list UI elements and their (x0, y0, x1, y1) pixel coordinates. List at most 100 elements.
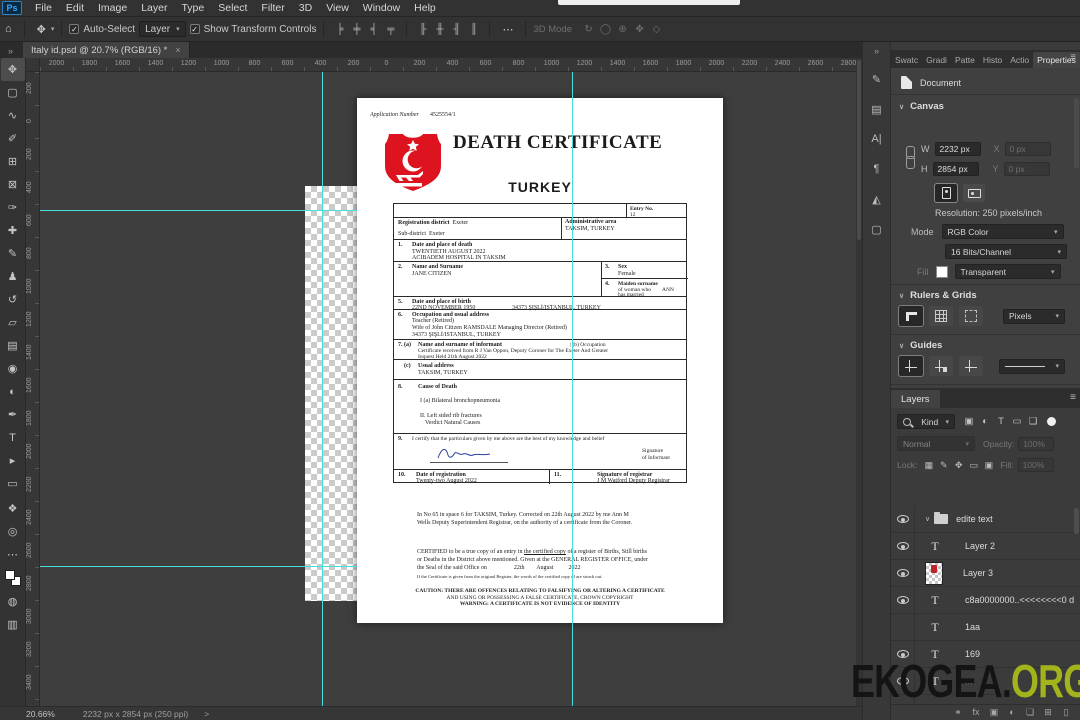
document-page[interactable]: Application Number 4525554/1 DEATH CERTI… (357, 98, 723, 623)
type-tool[interactable]: T (1, 426, 25, 449)
toggle-rulers-button[interactable] (898, 305, 924, 327)
layer-row[interactable]: ∨ T 1aa (891, 614, 1080, 641)
filter-smart-icon[interactable]: ❏ (1025, 416, 1041, 427)
lock-transparent-icon[interactable]: ▦ (921, 460, 936, 471)
status-chevron-icon[interactable]: > (204, 709, 209, 719)
layer-row[interactable]: ∨ T c8a0000000..<<<<<<<<0 d (891, 587, 1080, 614)
menu-item[interactable]: Select (211, 0, 254, 16)
toggle-snap-button[interactable] (959, 306, 983, 326)
height-input[interactable]: 2854 px (932, 162, 979, 176)
tab-layers[interactable]: Layers (891, 390, 940, 408)
checkbox-checked-icon[interactable]: ✓ (69, 24, 80, 34)
panel-tab[interactable]: Swatc (891, 52, 922, 68)
move-tool[interactable]: ✥ (0, 58, 25, 81)
chevron-down-icon[interactable]: ▾ (51, 25, 55, 33)
paragraph-panel-icon[interactable]: ¶ (865, 157, 889, 181)
visibility-toggle[interactable] (891, 560, 915, 586)
double-chevron-icon[interactable]: » (874, 46, 879, 56)
visibility-toggle[interactable] (891, 614, 915, 640)
marquee-tool[interactable]: ▢ (1, 81, 25, 104)
menu-item[interactable]: Help (407, 0, 443, 16)
lock-paint-icon[interactable]: ✎ (936, 460, 951, 471)
lock-all-icon[interactable]: ▣ (981, 460, 996, 471)
layer-name[interactable]: edite text (956, 514, 993, 524)
group-icon[interactable]: ∨ (925, 512, 949, 524)
zoom-tool[interactable]: ◎ (1, 520, 25, 543)
double-chevron-icon[interactable]: » (0, 46, 23, 58)
layer-name[interactable]: c8a0000000..<<<<<<<<0 d (965, 595, 1074, 605)
panel-menu-icon[interactable]: ≡ (1070, 392, 1076, 403)
guide-style-dropdown[interactable]: ▾ (999, 358, 1065, 374)
auto-select-target-dropdown[interactable]: Layer ▾ (139, 21, 186, 37)
path-select-tool[interactable]: ▸ (1, 449, 25, 472)
quick-mask-icon[interactable]: ◍ (1, 590, 25, 613)
filter-toggle-icon[interactable] (1047, 417, 1056, 426)
delete-layer-icon[interactable]: ▯ (1059, 707, 1073, 718)
new-layer-icon[interactable]: ⊞ (1041, 707, 1055, 718)
menu-item[interactable]: Layer (134, 0, 174, 16)
brush-settings-icon[interactable]: ✎ (865, 67, 889, 91)
align-right-icon[interactable]: ╡ (365, 24, 382, 35)
distribute-middle-icon[interactable]: ╫ (431, 24, 448, 35)
ruler-units-dropdown[interactable]: Pixels ▾ (1003, 308, 1065, 324)
orientation-portrait-button[interactable] (934, 183, 958, 203)
close-icon[interactable]: × (175, 45, 180, 55)
menu-item[interactable]: Filter (254, 0, 291, 16)
menu-item[interactable]: View (319, 0, 356, 16)
menu-item[interactable]: Window (356, 0, 407, 16)
rulers-grids-section-header[interactable]: ∨ Rulers & Grids (899, 290, 977, 301)
add-mask-icon[interactable]: ▣ (987, 707, 1001, 718)
visibility-toggle[interactable] (891, 533, 915, 559)
fill-dropdown[interactable]: Transparent ▾ (954, 264, 1061, 279)
visibility-toggle[interactable] (891, 587, 915, 613)
menu-item[interactable]: Edit (59, 0, 91, 16)
more-options-icon[interactable]: ⋯ (497, 23, 518, 36)
glyphs-panel-icon[interactable]: ◭ (865, 187, 889, 211)
color-swatches[interactable] (4, 570, 21, 586)
visibility-toggle[interactable] (891, 506, 915, 532)
layer-row[interactable]: ∨ T edite text (891, 506, 1080, 533)
link-dimensions-icon[interactable] (905, 146, 915, 172)
vertical-guide[interactable] (322, 72, 323, 706)
distribute-top-icon[interactable]: ╟ (414, 24, 431, 35)
show-transform-checkbox[interactable]: ✓ Show Transform Controls (189, 24, 316, 35)
layer-effects-icon[interactable]: fx (969, 707, 983, 718)
orientation-landscape-button[interactable] (963, 184, 985, 202)
guides-section-header[interactable]: ∨ Guides (899, 340, 942, 351)
align-top-icon[interactable]: ╤ (382, 24, 399, 35)
hand-tool[interactable]: ❖ (1, 497, 25, 520)
align-center-h-icon[interactable]: ╪ (348, 24, 365, 35)
panel-menu-icon[interactable]: ≡ (1070, 52, 1076, 63)
layer-name[interactable]: 1aa (965, 622, 980, 632)
eraser-tool[interactable]: ▱ (1, 311, 25, 334)
menu-item[interactable]: 3D (292, 0, 319, 16)
quick-selection-tool[interactable]: ✐ (1, 127, 25, 150)
properties-sliders-icon[interactable]: ▤ (865, 97, 889, 121)
link-layers-icon[interactable]: ⚭ (951, 707, 965, 718)
clone-stamp-tool[interactable]: ♟ (1, 265, 25, 288)
menu-item[interactable]: Image (91, 0, 134, 16)
move-tool-icon[interactable]: ✥ (32, 23, 51, 36)
distribute-bottom-icon[interactable]: ╢ (448, 24, 465, 35)
character-panel-icon[interactable]: A| (865, 127, 889, 151)
color-mode-dropdown[interactable]: RGB Color ▾ (941, 224, 1064, 239)
menu-item[interactable]: File (28, 0, 59, 16)
filter-adjustment-icon[interactable]: ◐ (977, 416, 993, 427)
foreground-color-swatch[interactable] (4, 570, 15, 580)
vertical-guide[interactable] (572, 72, 573, 706)
horizontal-guide[interactable] (40, 566, 357, 567)
fill-swatch[interactable] (935, 265, 948, 278)
new-group-icon[interactable]: ❏ (1023, 707, 1037, 718)
more-tools-icon[interactable]: ⋯ (1, 543, 25, 566)
checkbox-checked-icon[interactable]: ✓ (189, 24, 200, 34)
pen-tool[interactable]: ✒ (1, 403, 25, 426)
bit-depth-dropdown[interactable]: 16 Bits/Channel ▾ (945, 244, 1067, 259)
filter-type-icon[interactable]: T (993, 416, 1009, 427)
gradient-tool[interactable]: ▤ (1, 334, 25, 357)
toggle-guides-button[interactable] (898, 355, 924, 377)
zoom-level[interactable]: 20.66% (26, 709, 55, 719)
lock-move-icon[interactable]: ✥ (951, 460, 966, 471)
history-brush-tool[interactable]: ↺ (1, 288, 25, 311)
panel-tab[interactable]: Actio (1006, 52, 1033, 68)
screen-mode-icon[interactable]: ▥ (1, 613, 25, 636)
